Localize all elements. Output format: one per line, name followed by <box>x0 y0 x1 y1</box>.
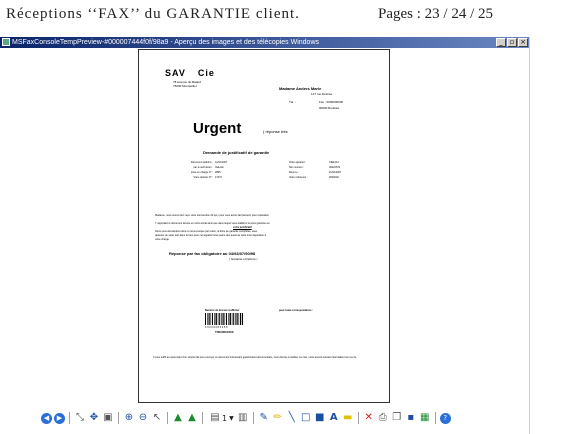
caption-title: Réceptions ‘‘FAX’’ du GARANTIE client. <box>6 6 300 22</box>
document-caption: Réceptions ‘‘FAX’’ du GARANTIE client. P… <box>0 4 567 30</box>
company-name: SAV <box>165 68 186 78</box>
reply-subtitle: ( Garantie et facture ) <box>229 257 258 261</box>
zoom-in-icon[interactable]: ⊕ <box>123 412 135 424</box>
text-icon[interactable]: A <box>328 412 340 424</box>
field-value: 17472 <box>215 176 222 179</box>
pen-icon[interactable]: ✎ <box>258 412 270 424</box>
line-icon[interactable]: ╲ <box>286 412 298 424</box>
field-row: Votre dossier N° : 17472 Votre référence… <box>169 175 369 180</box>
window-title: MSFaxConsoleTempPreview-#000007444f0f/98… <box>12 39 320 46</box>
toolbar-buttons: ◀ ▶ ⤡ ✥ ▣ ⊕ ⊖ ↖ ▲ ▲ ▤ 1 ▼ ▥ ✎ ✏ ╲ □ ■ A … <box>40 411 452 425</box>
correspondence-label: pour toute correspondance : <box>279 309 314 312</box>
print-icon[interactable]: ⎙ <box>377 412 389 424</box>
close-button[interactable]: × <box>518 38 528 47</box>
export-icon[interactable]: ▦ <box>419 412 431 424</box>
company-suffix: Cie <box>197 68 215 78</box>
highlighter-icon[interactable]: ✏ <box>272 412 284 424</box>
letter-footer: Il vous suffit au retournant d'un simple… <box>153 356 357 359</box>
toolbar-separator <box>252 412 254 424</box>
viewer-toolbar: ◀ ▶ ⤡ ✥ ▣ ⊕ ⊖ ↖ ▲ ▲ ▤ 1 ▼ ▥ ✎ ✏ ╲ □ ■ A … <box>0 404 529 434</box>
toolbar-separator <box>434 412 436 424</box>
note-icon[interactable]: ▬ <box>342 412 354 424</box>
chevron-down-icon: ▼ <box>229 414 234 422</box>
toolbar-separator <box>118 412 119 424</box>
urgent-heading: Urgent <box>193 120 242 137</box>
page-icon: ▤ <box>210 412 220 423</box>
maximize-button[interactable]: ▫ <box>507 38 517 47</box>
save-icon[interactable]: ▪ <box>405 412 417 424</box>
company-address-2: 75000 Montpellier <box>173 84 197 88</box>
fax-preview-window: MSFaxConsoleTempPreview-#000007444f0f/98… <box>0 37 529 434</box>
letter-body: Madame, nous avons bien reçu votre inter… <box>155 214 375 242</box>
toolbar-separator <box>69 412 70 424</box>
company-logo: SAV Cie <box>165 68 215 78</box>
rectangle-icon[interactable]: □ <box>300 412 312 424</box>
toolbar-separator <box>357 412 359 424</box>
next-page-icon[interactable]: ▥ <box>237 412 249 424</box>
recipient-address: 127 rue Désirée <box>311 92 333 96</box>
urgent-note: ( réponse très <box>263 129 288 134</box>
window-frame-edge <box>529 37 530 434</box>
info-fields: Document établi le : 11/10/2007 Votre ap… <box>169 160 369 180</box>
recipient-name: Madame Anders Marie <box>279 86 322 91</box>
delete-icon[interactable]: ✕ <box>363 412 375 424</box>
recipient-fax: Fax : 0000000000 <box>319 100 344 104</box>
request-title: Demande de justificatif de garantie <box>203 150 270 155</box>
toolbar-separator <box>167 412 168 424</box>
app-icon <box>2 38 10 46</box>
page-value: 1 <box>222 413 228 423</box>
field-label-right: Votre référence : <box>289 176 308 179</box>
filled-rectangle-icon[interactable]: ■ <box>314 412 326 424</box>
zoom-out-icon[interactable]: ⊖ <box>137 412 149 424</box>
fit-window-icon[interactable]: ▣ <box>102 412 114 424</box>
barcode-label: Numéro de dossier à afficher <box>205 309 240 312</box>
next-image-icon[interactable]: ▶ <box>54 412 65 424</box>
actual-size-icon[interactable]: ✥ <box>88 412 100 424</box>
barcode-id: T0000002406 <box>215 330 234 334</box>
previous-image-icon[interactable]: ◀ <box>41 412 52 424</box>
fax-page: SAV Cie 78 Avenue du Batard 75000 Montpel… <box>138 49 390 403</box>
field-value-right: 0000002 <box>329 176 339 179</box>
select-pointer-icon[interactable]: ↖ <box>151 412 163 424</box>
rotate-clockwise-icon[interactable]: ▲ <box>172 412 184 424</box>
field-label: Votre dossier N° : <box>193 176 213 179</box>
page-selector[interactable]: ▤ 1 ▼ <box>208 412 234 424</box>
help-icon[interactable]: ? <box>439 412 451 424</box>
window-controls: _ ▫ × <box>496 38 528 47</box>
copy-icon[interactable]: ❐ <box>391 412 403 424</box>
barcode-image <box>205 313 243 325</box>
toolbar-separator <box>202 412 203 424</box>
image-preview-area[interactable]: SAV Cie 78 Avenue du Batard 75000 Montpel… <box>0 48 529 403</box>
minimize-button[interactable]: _ <box>496 38 506 47</box>
recipient-tel: Tél. : <box>289 100 296 104</box>
reply-instruction: Réponse par fax obligatoire au 04/93/07/… <box>169 251 256 256</box>
rotate-counterclockwise-icon[interactable]: ▲ <box>186 412 198 424</box>
recipient-city: 00000 Roubaix <box>319 106 340 110</box>
caption-pages: Pages : 23 / 24 / 25 <box>378 6 493 22</box>
best-fit-icon[interactable]: ⤡ <box>74 412 86 424</box>
body-line: votre charge. <box>155 238 170 241</box>
window-titlebar[interactable]: MSFaxConsoleTempPreview-#000007444f0f/98… <box>0 37 529 48</box>
barcode-digits: F 0 0 0 0 2 8 3 2 5 6 <box>205 326 228 329</box>
